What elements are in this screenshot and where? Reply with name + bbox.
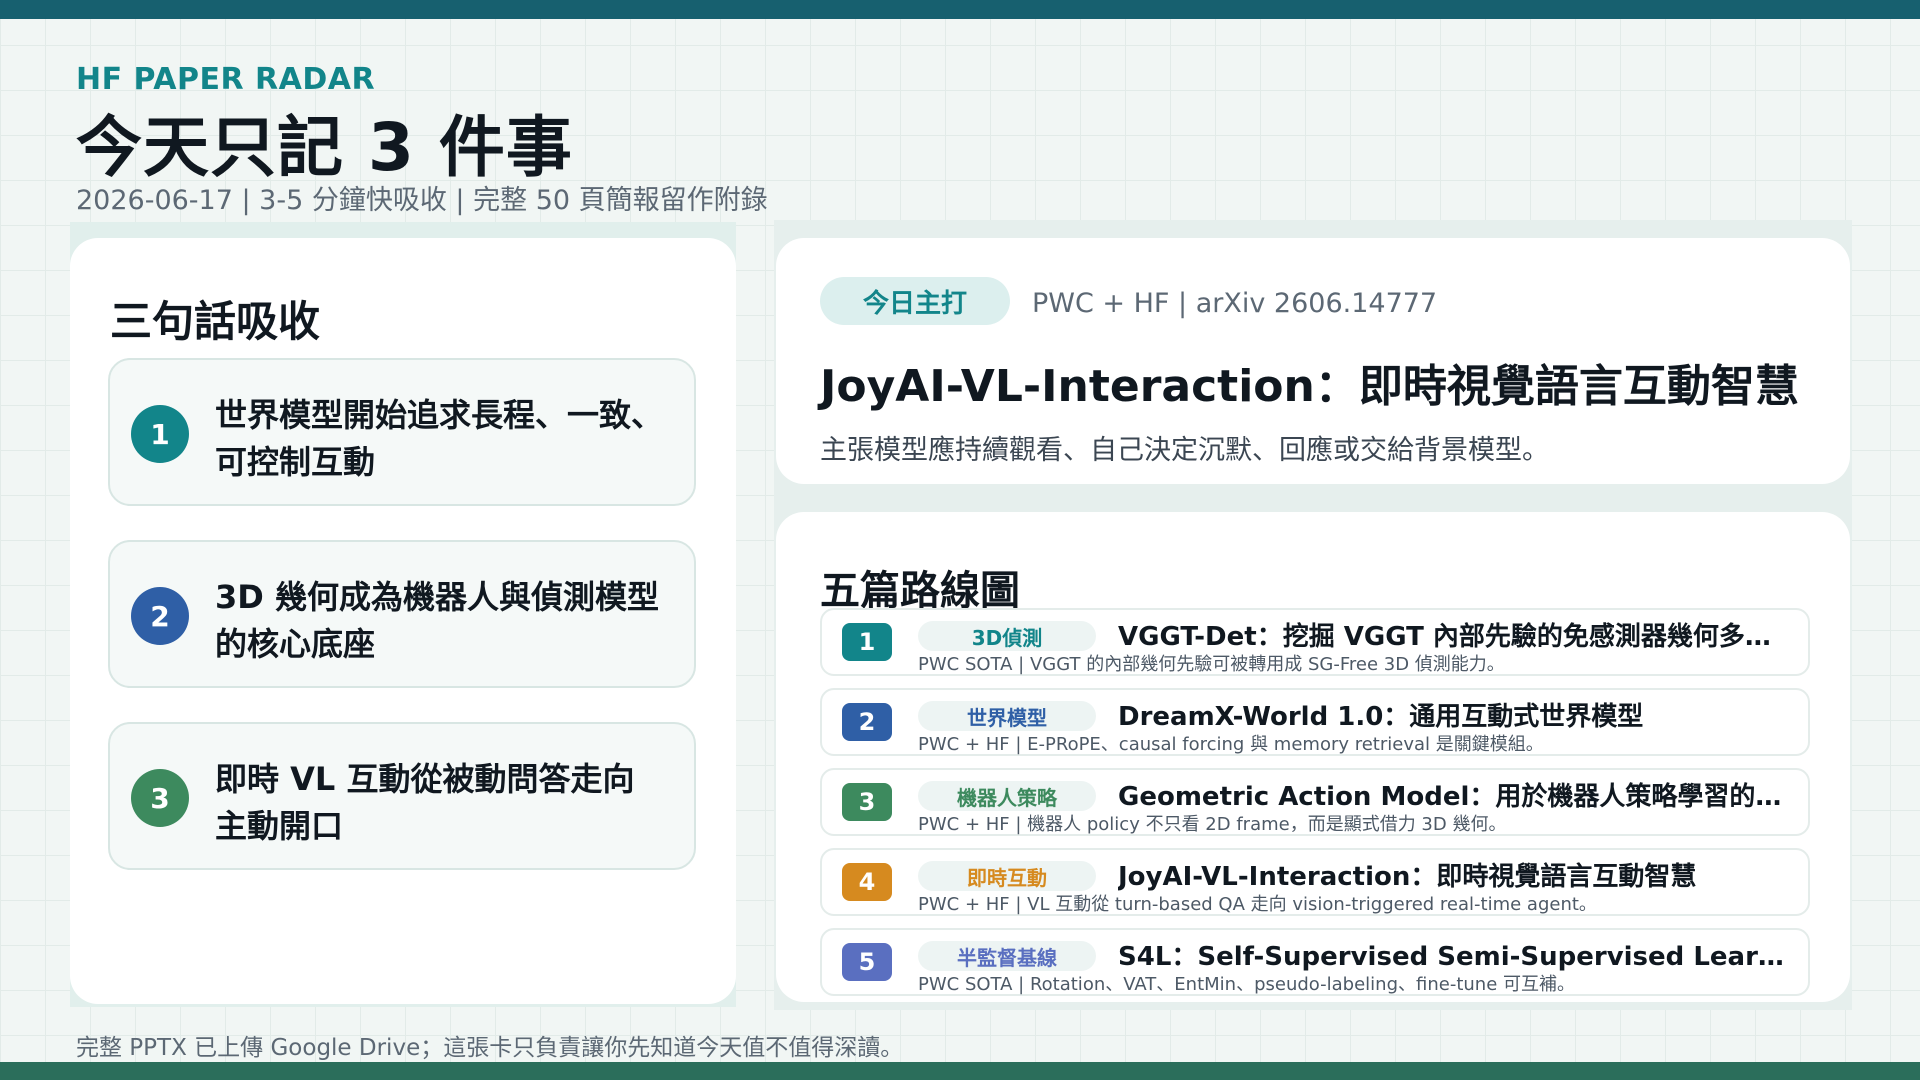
roadmap-category-tag: 3D偵測 [918, 621, 1096, 651]
roadmap-category-tag: 機器人策略 [918, 781, 1096, 811]
roadmap-number-badge: 2 [842, 703, 892, 741]
roadmap-number-badge: 4 [842, 863, 892, 901]
roadmap-paper-note: PWC + HF | 機器人 policy 不只看 2D frame，而是顯式借… [918, 814, 1507, 835]
roadmap-paper-note: PWC SOTA | VGGT 的內部幾何先驗可被轉用成 SG-Free 3D … [918, 654, 1505, 675]
highlight-tag: 今日主打 [820, 277, 1010, 325]
summary-point: 3 即時 VL 互動從被動問答走向主動開口 [108, 722, 696, 870]
roadmap-number-badge: 5 [842, 943, 892, 981]
point-text: 世界模型開始追求長程、一致、可控制互動 [215, 396, 664, 481]
highlight-description: 主張模型應持續觀看、自己決定沉默、回應或交給背景模型。 [820, 435, 1549, 466]
brand-kicker: HF PAPER RADAR [76, 62, 376, 97]
roadmap-number-badge: 1 [842, 623, 892, 661]
roadmap-paper-title: JoyAI-VL-Interaction：即時視覺語言互動智慧 [1118, 862, 1697, 892]
point-number-badge: 3 [131, 769, 189, 827]
summary-point: 2 3D 幾何成為機器人與偵測模型的核心底座 [108, 540, 696, 688]
summary-heading: 三句話吸收 [110, 297, 321, 346]
bottom-accent-bar [0, 1062, 1920, 1080]
roadmap-category-tag: 即時互動 [918, 861, 1096, 891]
roadmap-paper-title: DreamX-World 1.0：通用互動式世界模型 [1118, 702, 1644, 732]
top-accent-bar [0, 0, 1920, 19]
roadmap-paper-title: S4L：Self-Supervised Semi-Supervised Lear… [1118, 942, 1788, 972]
footer-note: 完整 PPTX 已上傳 Google Drive；這張卡只負責讓你先知道今天值不… [76, 1035, 904, 1061]
point-text: 3D 幾何成為機器人與偵測模型的核心底座 [215, 578, 659, 663]
page-title: 今天只記 3 件事 [76, 109, 573, 186]
roadmap-row[interactable]: 5 半監督基線 S4L：Self-Supervised Semi-Supervi… [820, 928, 1810, 996]
point-number-badge: 1 [131, 405, 189, 463]
point-text: 即時 VL 互動從被動問答走向主動開口 [215, 760, 635, 845]
roadmap-paper-note: PWC + HF | E-PRoPE、causal forcing 與 memo… [918, 734, 1544, 755]
roadmap-category-tag: 半監督基線 [918, 941, 1096, 971]
roadmap-row[interactable]: 2 世界模型 DreamX-World 1.0：通用互動式世界模型 PWC + … [820, 688, 1810, 756]
point-number-badge: 2 [131, 587, 189, 645]
roadmap-category-tag: 世界模型 [918, 701, 1096, 731]
roadmap-paper-note: PWC + HF | VL 互動從 turn-based QA 走向 visio… [918, 894, 1597, 915]
page-subtitle: 2026-06-17 | 3-5 分鐘快吸收 | 完整 50 頁簡報留作附錄 [76, 185, 768, 216]
roadmap-number-badge: 3 [842, 783, 892, 821]
roadmap-paper-note: PWC SOTA | Rotation、VAT、EntMin、pseudo-la… [918, 974, 1575, 995]
roadmap-paper-title: VGGT-Det：挖掘 VGGT 內部先驗的免感測器幾何多視角室內 3D 偵測 [1118, 622, 1788, 652]
highlight-source: PWC + HF | arXiv 2606.14777 [1032, 288, 1438, 319]
roadmap-paper-title: Geometric Action Model：用於機器人策略學習的幾何行動模型 [1118, 782, 1788, 812]
roadmap-row[interactable]: 1 3D偵測 VGGT-Det：挖掘 VGGT 內部先驗的免感測器幾何多視角室內… [820, 608, 1810, 676]
highlight-title: JoyAI-VL-Interaction：即時視覺語言互動智慧 [820, 361, 1799, 412]
summary-point: 1 世界模型開始追求長程、一致、可控制互動 [108, 358, 696, 506]
roadmap-row[interactable]: 4 即時互動 JoyAI-VL-Interaction：即時視覺語言互動智慧 P… [820, 848, 1810, 916]
roadmap-row[interactable]: 3 機器人策略 Geometric Action Model：用於機器人策略學習… [820, 768, 1810, 836]
